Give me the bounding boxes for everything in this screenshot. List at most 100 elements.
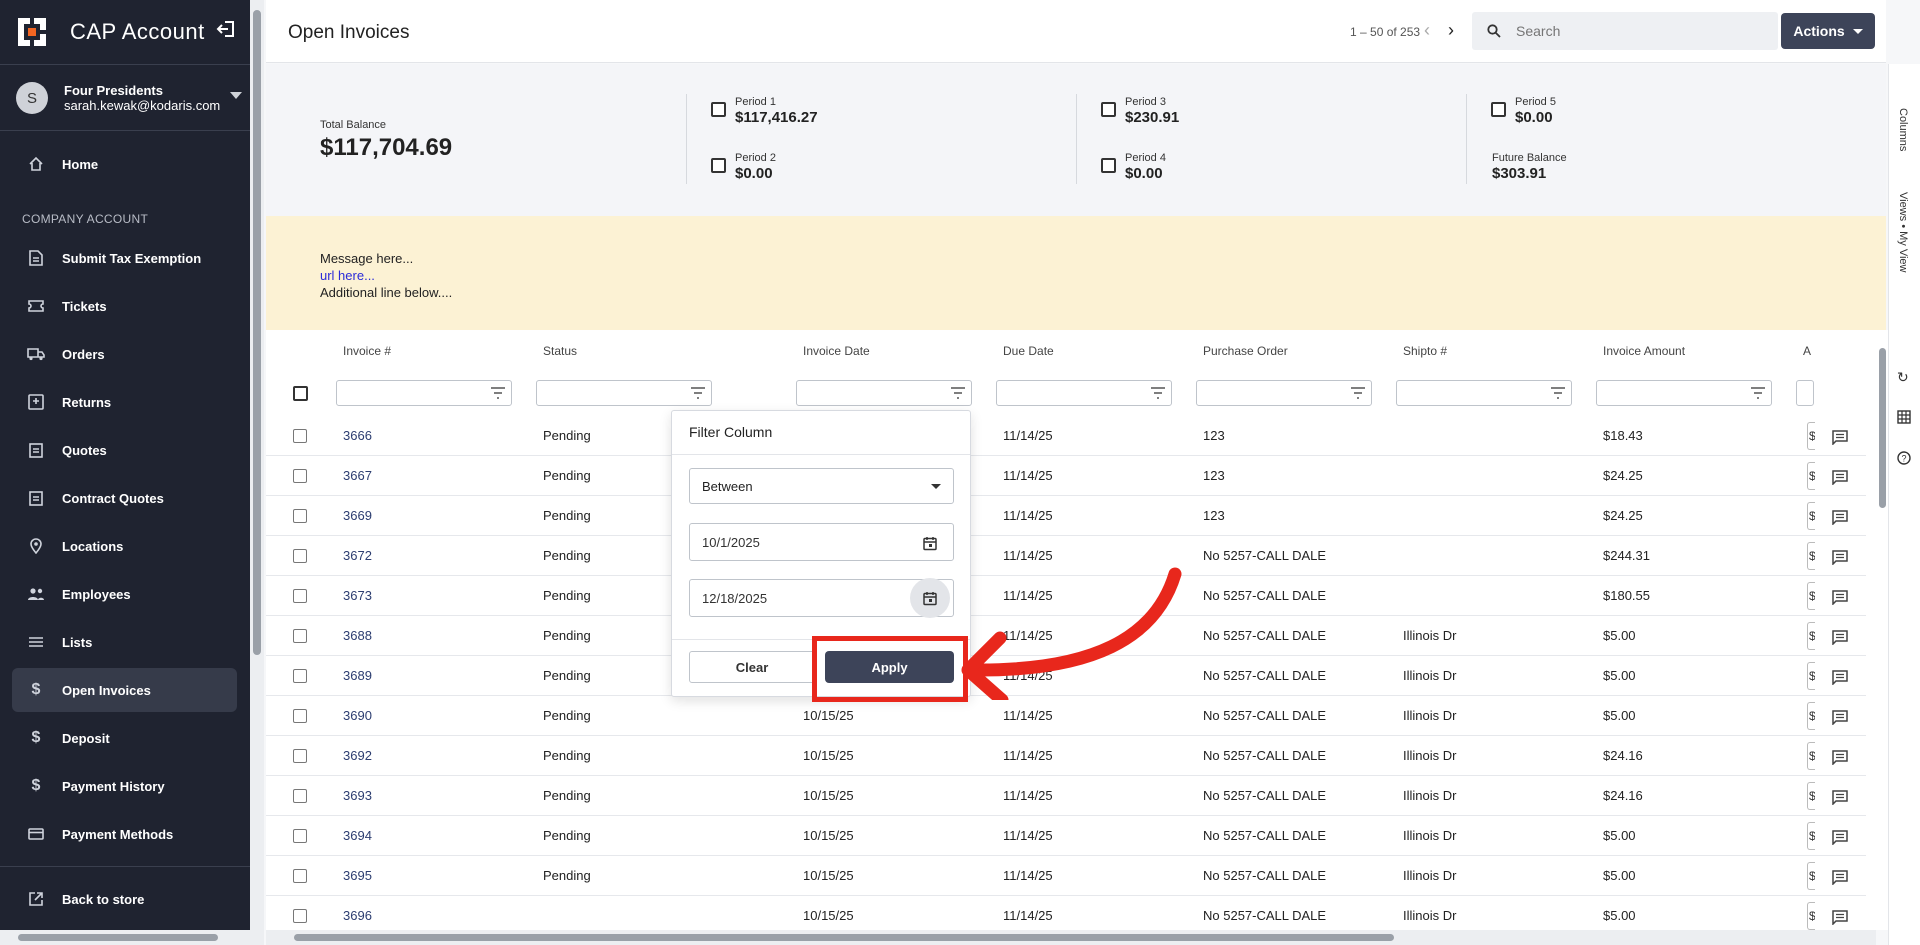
table-row[interactable]: 3696 10/15/25 11/14/25 No 5257-CALL DALE Ill…: [266, 896, 1866, 930]
row-checkbox[interactable]: [293, 789, 307, 803]
row-checkbox[interactable]: [293, 909, 307, 923]
filter-date-from[interactable]: 10/1/2025: [689, 523, 954, 561]
comment-icon[interactable]: [1832, 870, 1848, 890]
search-input[interactable]: [1516, 23, 1756, 39]
table-row[interactable]: 3667 Pending 11/14/25 123 $24.25 $: [266, 456, 1866, 496]
table-row[interactable]: 3694 Pending 10/15/25 11/14/25 No 5257-CALL …: [266, 816, 1866, 856]
sidebar-item-payment-history[interactable]: $ Payment History: [12, 764, 237, 808]
columns-tab[interactable]: Columns: [1897, 108, 1909, 151]
chevron-right-icon[interactable]: ›: [1448, 20, 1454, 41]
table-row[interactable]: 3666 Pending 11/14/25 123 $18.43 $: [266, 416, 1866, 456]
invoice-link[interactable]: 3672: [343, 548, 372, 563]
filter-icon[interactable]: [1551, 387, 1565, 399]
row-checkbox[interactable]: [293, 669, 307, 683]
back-to-store-link[interactable]: Back to store: [12, 877, 237, 921]
filter-operator-select[interactable]: Between: [689, 468, 954, 504]
row-checkbox[interactable]: [293, 709, 307, 723]
sidebar-item-payment-methods[interactable]: Payment Methods: [12, 812, 237, 856]
column-filter-input[interactable]: [1396, 380, 1572, 406]
filter-icon[interactable]: [491, 387, 505, 399]
invoice-link[interactable]: 3692: [343, 748, 372, 763]
user-switcher[interactable]: S Four Presidents sarah.kewak@kodaris.co…: [16, 80, 242, 116]
filter-icon[interactable]: [1151, 387, 1165, 399]
period-3-checkbox[interactable]: [1101, 102, 1116, 117]
comment-icon[interactable]: [1832, 830, 1848, 850]
column-header-status[interactable]: Status: [543, 344, 577, 358]
filter-icon[interactable]: [1751, 387, 1765, 399]
comment-icon[interactable]: [1832, 590, 1848, 610]
grid-icon[interactable]: [1897, 410, 1911, 427]
help-icon[interactable]: ?: [1897, 451, 1911, 468]
invoice-link[interactable]: 3695: [343, 868, 372, 883]
grid-vertical-scrollbar[interactable]: [1876, 330, 1888, 930]
invoice-link[interactable]: 3667: [343, 468, 372, 483]
table-row[interactable]: 3690 Pending 10/15/25 11/14/25 No 5257-CALL …: [266, 696, 1866, 736]
sidebar-item-contract-quotes[interactable]: Contract Quotes: [12, 476, 237, 520]
comment-icon[interactable]: [1832, 750, 1848, 770]
sidebar-horizontal-scrollbar[interactable]: [0, 930, 250, 945]
invoice-link[interactable]: 3694: [343, 828, 372, 843]
comment-icon[interactable]: [1832, 510, 1848, 530]
sidebar-item-lists[interactable]: Lists: [12, 620, 237, 664]
sidebar-scrollbar[interactable]: [250, 0, 264, 945]
clear-button[interactable]: Clear: [689, 651, 815, 683]
row-checkbox[interactable]: [293, 509, 307, 523]
invoice-link[interactable]: 3696: [343, 908, 372, 923]
row-checkbox[interactable]: [293, 469, 307, 483]
sidebar-item-returns[interactable]: Returns: [12, 380, 237, 424]
sidebar-item-orders[interactable]: Orders: [12, 332, 237, 376]
sidebar-item-locations[interactable]: Locations: [12, 524, 237, 568]
filter-date-to[interactable]: 12/18/2025: [689, 578, 954, 618]
row-checkbox[interactable]: [293, 589, 307, 603]
column-header-invoice[interactable]: Invoice #: [343, 344, 391, 358]
table-row[interactable]: 3695 Pending 10/15/25 11/14/25 No 5257-CALL …: [266, 856, 1866, 896]
column-header-invoice-amount[interactable]: Invoice Amount: [1603, 344, 1685, 358]
filter-icon[interactable]: [951, 387, 965, 399]
row-checkbox[interactable]: [293, 629, 307, 643]
comment-icon[interactable]: [1832, 430, 1848, 450]
column-filter-input[interactable]: [1596, 380, 1772, 406]
chevron-left-icon[interactable]: ‹: [1424, 20, 1430, 41]
period-4-checkbox[interactable]: [1101, 158, 1116, 173]
period-5-checkbox[interactable]: [1491, 102, 1506, 117]
invoice-link[interactable]: 3666: [343, 428, 372, 443]
column-header-shipto[interactable]: Shipto #: [1403, 344, 1447, 358]
sidebar-item-submit-tax-exemption[interactable]: Submit Tax Exemption: [12, 236, 237, 280]
column-filter-input[interactable]: [1796, 380, 1814, 406]
invoice-link[interactable]: 3673: [343, 588, 372, 603]
filter-icon[interactable]: [1351, 387, 1365, 399]
comment-icon[interactable]: [1832, 910, 1848, 930]
grid-horizontal-scrollbar[interactable]: [266, 930, 1876, 945]
column-filter-input[interactable]: [336, 380, 512, 406]
column-filter-input[interactable]: [536, 380, 712, 406]
logout-icon[interactable]: [216, 19, 236, 45]
period-2-checkbox[interactable]: [711, 158, 726, 173]
comment-icon[interactable]: [1832, 710, 1848, 730]
calendar-icon[interactable]: [917, 530, 943, 556]
filter-icon[interactable]: [691, 387, 705, 399]
invoice-link[interactable]: 3689: [343, 668, 372, 683]
comment-icon[interactable]: [1832, 550, 1848, 570]
invoice-link[interactable]: 3669: [343, 508, 372, 523]
row-checkbox[interactable]: [293, 549, 307, 563]
row-checkbox[interactable]: [293, 749, 307, 763]
comment-icon[interactable]: [1832, 630, 1848, 650]
invoice-link[interactable]: 3688: [343, 628, 372, 643]
comment-icon[interactable]: [1832, 790, 1848, 810]
refresh-icon[interactable]: ↻: [1897, 369, 1909, 386]
comment-icon[interactable]: [1832, 470, 1848, 490]
column-filter-input[interactable]: [796, 380, 972, 406]
invoice-link[interactable]: 3693: [343, 788, 372, 803]
select-all-checkbox[interactable]: [293, 386, 308, 401]
search-box[interactable]: [1472, 12, 1778, 50]
invoice-link[interactable]: 3690: [343, 708, 372, 723]
message-link[interactable]: url here...: [320, 267, 1832, 284]
table-row[interactable]: 3693 Pending 10/15/25 11/14/25 No 5257-CALL …: [266, 776, 1866, 816]
row-checkbox[interactable]: [293, 869, 307, 883]
sidebar-item-home[interactable]: Home: [12, 142, 237, 186]
column-header-due-date[interactable]: Due Date: [1003, 344, 1054, 358]
column-header-purchase-order[interactable]: Purchase Order: [1203, 344, 1288, 358]
sidebar-item-deposit[interactable]: $ Deposit: [12, 716, 237, 760]
sidebar-item-quotes[interactable]: Quotes: [12, 428, 237, 472]
row-checkbox[interactable]: [293, 829, 307, 843]
